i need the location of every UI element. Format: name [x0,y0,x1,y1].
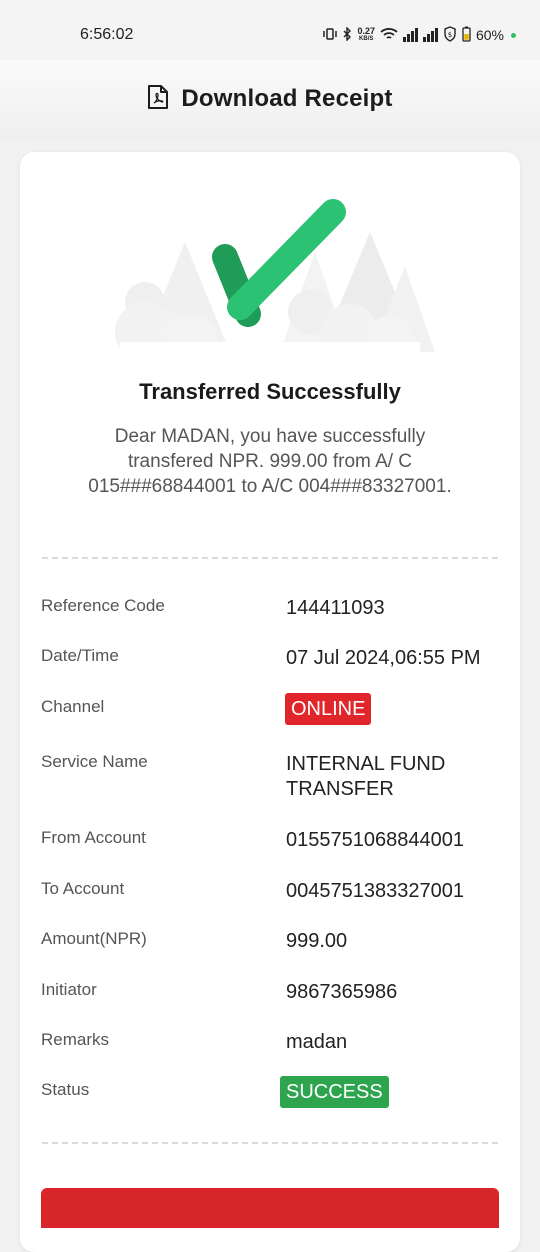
success-message: Dear MADAN, you have successfully transf… [88,426,452,497]
battery-icon [462,26,471,45]
row-value: 07 Jul 2024,06:55 PM [286,647,481,669]
row-label: Amount(NPR) [41,929,147,948]
svg-text:$: $ [448,31,452,39]
row-label: Reference Code [41,596,165,615]
row-label: Date/Time [41,646,119,665]
status-dot [511,32,516,38]
row-value: 0045751383327001 [286,880,464,902]
action-button[interactable] [41,1188,499,1228]
row-label: From Account [41,828,146,847]
status-bar: 6:56:02 0.27 KB/S $ 60% [0,0,540,60]
success-title: Transferred Successfully [139,379,401,404]
success-check-icon [115,199,435,372]
battery-percent: 60% [475,27,504,43]
vibrate-icon [323,27,338,44]
row-value: 9867365986 [286,981,398,1003]
status-time: 6:56:02 [80,26,134,43]
signal-icon [402,28,418,42]
pdf-file-icon[interactable] [147,84,169,115]
header: Download Receipt [0,60,540,138]
row-label: Channel [41,697,105,716]
row-label: Service Name [41,752,148,771]
row-label: To Account [41,879,125,898]
row-value: 144411093 [286,597,385,619]
row-value: 0155751068844001 [286,829,464,851]
page-title[interactable]: Download Receipt [181,85,392,113]
row-value: madan [286,1031,348,1053]
channel-badge: ONLINE [285,693,372,725]
divider [42,1142,498,1144]
network-speed: 0.27 KB/S [357,26,375,43]
row-label: Remarks [41,1030,110,1049]
receipt-card: Transferred Successfully Dear MADAN, you… [20,152,520,1252]
bluetooth-icon [342,25,352,44]
shield-icon: $ [443,25,457,45]
status-badge: SUCCESS [280,1076,389,1108]
row-label: Initiator [41,980,97,999]
status-icons: 0.27 KB/S $ 60% [323,24,516,46]
signal-icon-2 [422,28,438,42]
row-value: 999.00 [286,930,348,952]
wifi-icon [380,27,398,44]
row-label: Status [41,1080,90,1099]
row-value: INTERNAL FUND TRANSFER [286,753,446,800]
divider [42,557,498,559]
